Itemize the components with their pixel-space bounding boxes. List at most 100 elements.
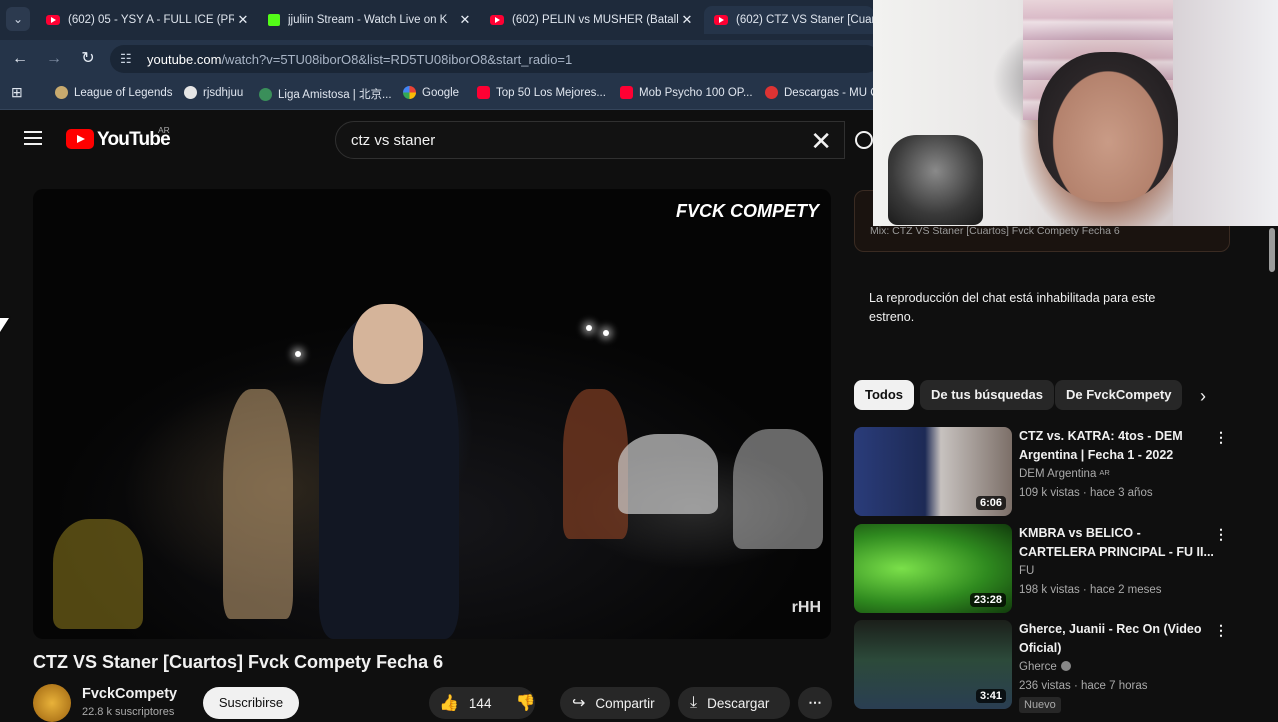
- chip-from-channel[interactable]: De FvckCompety: [1055, 380, 1183, 410]
- download-button[interactable]: ⤓ Descargar: [678, 687, 790, 719]
- tab-title: (602) CTZ VS Staner [Cuarto: [736, 14, 874, 26]
- close-tab-icon[interactable]: ✕: [234, 12, 252, 28]
- search-icon[interactable]: [855, 131, 873, 149]
- youtube-icon: [477, 86, 490, 99]
- bookmark-item[interactable]: Descargas - MU C: [765, 86, 879, 99]
- kick-favicon-icon: [268, 14, 280, 26]
- close-tab-icon[interactable]: ✕: [456, 12, 474, 28]
- address-url[interactable]: youtube.com/watch?v=5TU08iborO8&list=RD5…: [147, 52, 572, 67]
- recommendation-title[interactable]: KMBRA vs BELICO - CARTELERA PRINCIPAL - …: [1019, 524, 1214, 562]
- sidebar-scrollbar[interactable]: [1266, 226, 1276, 720]
- recommendation-channel[interactable]: DEM Argentina AR: [1019, 468, 1110, 480]
- bookmark-item[interactable]: Liga Amistosa | 北京...: [259, 86, 392, 102]
- reload-icon[interactable]: ↻: [78, 49, 98, 69]
- recommendation-meta: 236 vistas · hace 7 horas: [1019, 680, 1148, 692]
- recommendation-title[interactable]: Gherce, Juanii - Rec On (Video Oficial): [1019, 620, 1214, 658]
- subscriber-count: 22.8 k suscriptores: [82, 706, 175, 718]
- new-badge: Nuevo: [1019, 697, 1061, 713]
- back-arrow-icon[interactable]: ←: [10, 49, 30, 69]
- thumbs-up-icon[interactable]: 👍: [439, 693, 459, 713]
- site-icon: [259, 87, 272, 101]
- scrollbar-thumb[interactable]: [1269, 228, 1275, 272]
- video-frame-figure: [618, 434, 718, 514]
- video-title: CTZ VS Staner [Cuartos] Fvck Compety Fec…: [33, 652, 444, 672]
- recommendation-channel[interactable]: FU: [1019, 565, 1034, 577]
- webcam-overlay: [873, 0, 1278, 226]
- google-icon: [403, 86, 416, 99]
- recommendation-meta: 109 k vistas · hace 3 años: [1019, 487, 1153, 499]
- url-path: /watch?v=5TU08iborO8&list=RD5TU08iborO8&…: [221, 52, 573, 67]
- globe-icon: [184, 86, 197, 99]
- video-frame-figure: [223, 389, 293, 619]
- youtube-logo-icon[interactable]: [66, 129, 94, 149]
- thumbs-down-icon[interactable]: 👎: [515, 693, 535, 713]
- mix-label[interactable]: Mix: CTZ VS Staner [Cuartos] Fvck Compet…: [870, 225, 1120, 237]
- video-player[interactable]: FVCK COMPETY rHH: [33, 189, 831, 639]
- url-domain: youtube.com: [147, 52, 222, 67]
- recommendation-item[interactable]: 3:41 Gherce, Juanii - Rec On (Video Ofic…: [854, 620, 1246, 713]
- search-query[interactable]: ctz vs staner: [351, 132, 435, 149]
- video-watermark-logo-2: rHH: [791, 599, 821, 616]
- league-icon: [55, 86, 68, 99]
- video-watermark-logo: FVCK COMPETY: [675, 201, 819, 221]
- address-bar[interactable]: ☷ youtube.com/watch?v=5TU08iborO8&list=R…: [110, 45, 880, 73]
- menu-icon[interactable]: [24, 131, 42, 149]
- browser-tab[interactable]: (602) PELIN vs MUSHER (Batalla ✕: [480, 6, 702, 34]
- search-input[interactable]: ctz vs staner ✕: [335, 121, 845, 159]
- video-frame-light: [586, 325, 592, 331]
- video-thumbnail[interactable]: 6:06: [854, 427, 1012, 516]
- bookmark-label: Top 50 Los Mejores...: [496, 86, 606, 99]
- more-vertical-icon[interactable]: ⋮: [1214, 622, 1228, 639]
- download-label: Descargar: [707, 695, 770, 711]
- channel-label: Gherce: [1019, 661, 1057, 673]
- bookmark-item[interactable]: Top 50 Los Mejores...: [477, 86, 606, 99]
- chip-from-searches[interactable]: De tus búsquedas: [920, 380, 1054, 410]
- site-settings-icon[interactable]: ☷: [120, 51, 132, 67]
- video-frame-light: [603, 330, 609, 336]
- chip-all[interactable]: Todos: [854, 380, 915, 410]
- bookmark-label: League of Legends: [74, 86, 173, 99]
- browser-tab-active[interactable]: (602) CTZ VS Staner [Cuarto: [704, 6, 874, 34]
- chevron-right-icon[interactable]: ›: [1200, 386, 1206, 407]
- bookmark-item[interactable]: rjsdhjuu: [184, 86, 243, 99]
- more-actions-button[interactable]: ⋯: [798, 687, 832, 719]
- recommendation-meta: 198 k vistas · hace 2 meses: [1019, 584, 1162, 596]
- bookmark-item[interactable]: Google: [403, 86, 459, 99]
- recommendation-item[interactable]: 23:28 KMBRA vs BELICO - CARTELERA PRINCI…: [854, 524, 1246, 616]
- recommendation-item[interactable]: 6:06 CTZ vs. KATRA: 4tos - DEM Argentina…: [854, 427, 1246, 519]
- video-thumbnail[interactable]: 23:28: [854, 524, 1012, 613]
- more-vertical-icon[interactable]: ⋮: [1214, 429, 1228, 446]
- video-duration: 3:41: [975, 689, 1006, 703]
- video-frame-figure: [53, 519, 143, 629]
- close-tab-icon[interactable]: ✕: [678, 12, 696, 28]
- tab-title: (602) PELIN vs MUSHER (Batalla: [512, 14, 678, 26]
- tab-search-icon[interactable]: ⌄: [6, 7, 30, 31]
- webcam-backpack: [888, 135, 983, 225]
- browser-tab[interactable]: (602) 05 - YSY A - FULL ICE (PR ✕: [36, 6, 258, 34]
- bookmark-item[interactable]: Mob Psycho 100 OP...: [620, 86, 753, 99]
- more-horizontal-icon: ⋯: [808, 695, 822, 710]
- more-vertical-icon[interactable]: ⋮: [1214, 526, 1228, 543]
- channel-avatar[interactable]: [33, 684, 71, 722]
- like-count[interactable]: 144: [469, 696, 492, 711]
- verified-icon: [1060, 661, 1071, 671]
- apps-grid-icon[interactable]: ⊞: [11, 84, 23, 101]
- clear-search-icon[interactable]: ✕: [810, 126, 832, 157]
- channel-name[interactable]: FvckCompety: [82, 686, 177, 702]
- youtube-favicon-icon: [46, 15, 60, 25]
- site-icon: [765, 86, 778, 99]
- video-frame-figure: [353, 304, 423, 384]
- recommendation-title[interactable]: CTZ vs. KATRA: 4tos - DEM Argentina | Fe…: [1019, 427, 1214, 465]
- recommendation-channel[interactable]: Gherce: [1019, 661, 1071, 673]
- video-duration: 23:28: [969, 593, 1006, 607]
- video-duration: 6:06: [975, 496, 1006, 510]
- forward-arrow-icon[interactable]: →: [44, 49, 64, 69]
- subscribe-button[interactable]: Suscribirse: [203, 687, 299, 719]
- video-thumbnail[interactable]: 3:41: [854, 620, 1012, 709]
- share-button[interactable]: ↪ Compartir: [560, 687, 670, 719]
- browser-tab[interactable]: jjuliin Stream - Watch Live on K ✕: [258, 6, 480, 34]
- download-icon: ⤓: [690, 694, 698, 711]
- bookmark-item[interactable]: League of Legends: [55, 86, 172, 99]
- mouse-cursor-icon: [0, 318, 9, 332]
- video-frame-light: [295, 351, 301, 357]
